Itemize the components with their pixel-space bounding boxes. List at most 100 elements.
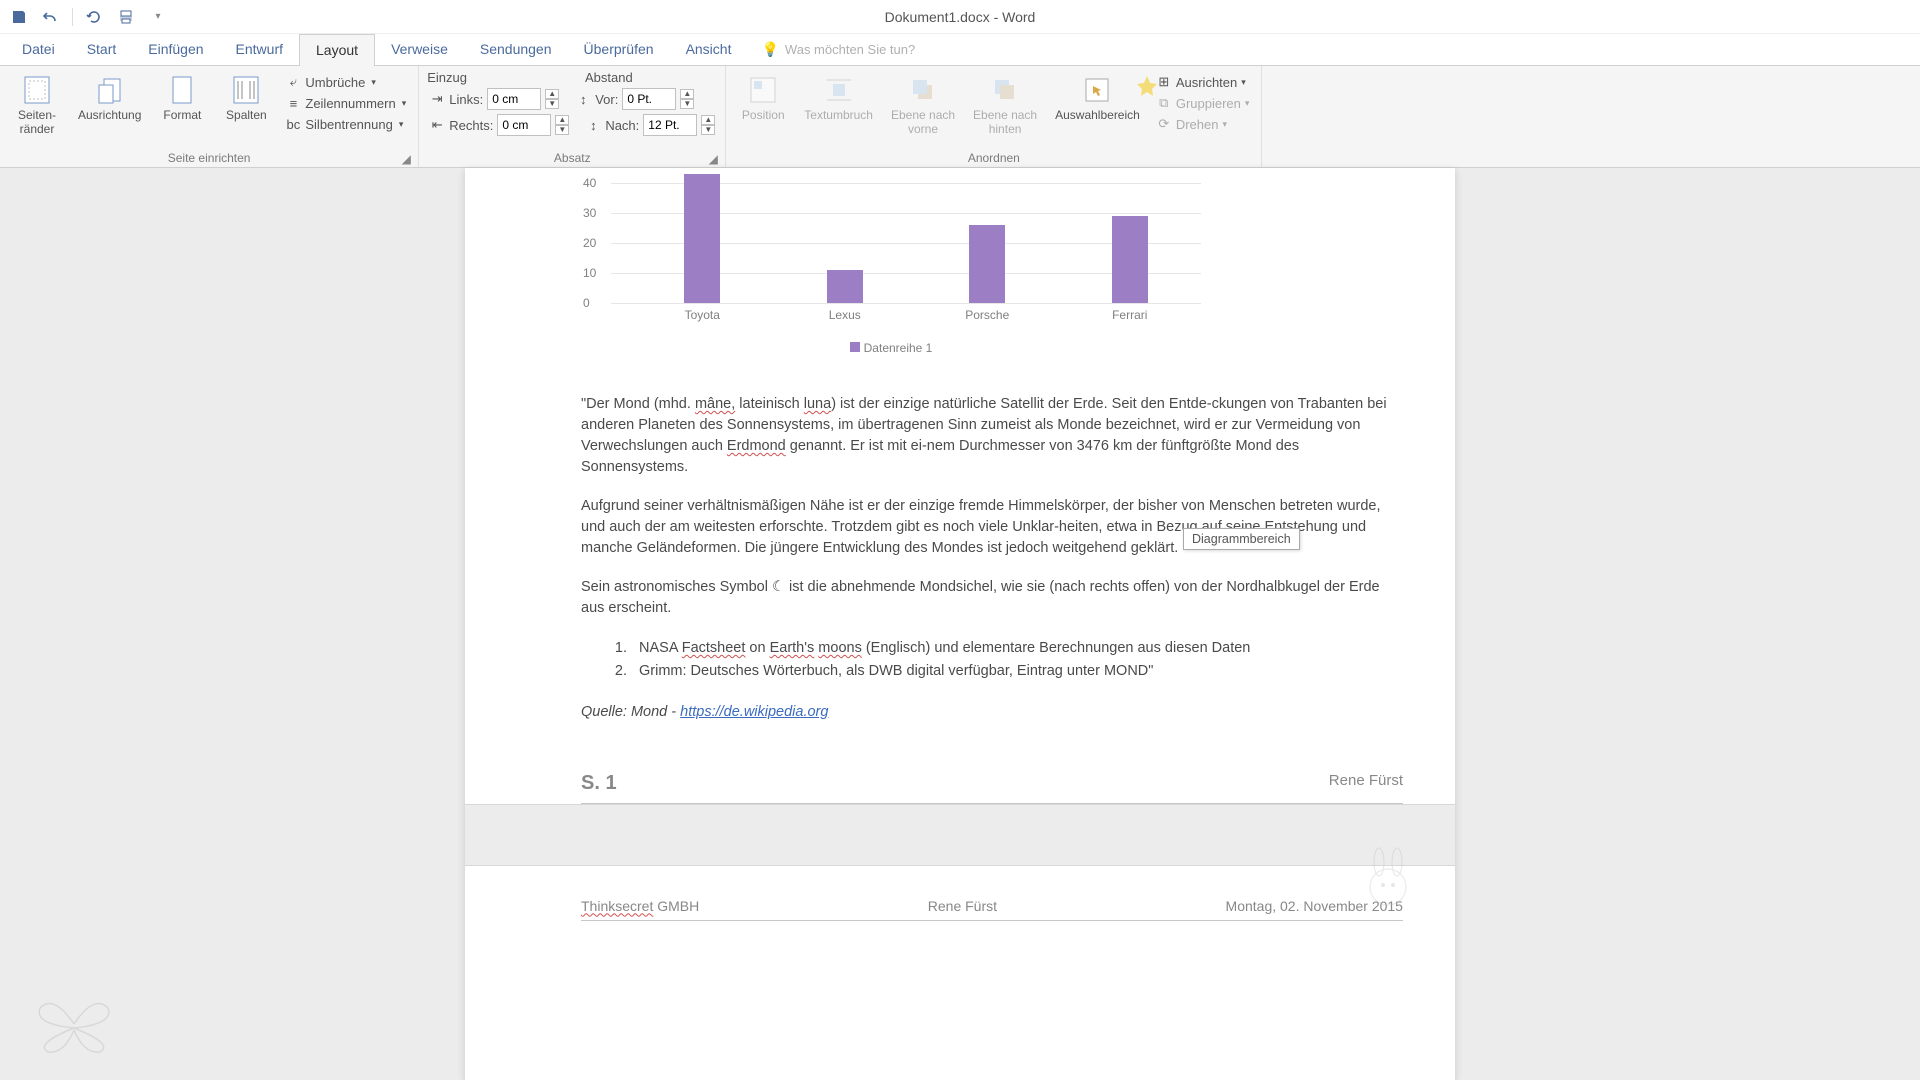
up-arrow[interactable]: ▲ [701, 115, 715, 125]
chart-bar[interactable] [827, 270, 863, 303]
size-icon [166, 74, 198, 106]
ribbon: Seiten- ränder Ausrichtung Format Spalte… [0, 66, 1920, 168]
group-icon: ⧉ [1156, 95, 1172, 111]
size-button[interactable]: Format [153, 70, 211, 149]
forward-icon [907, 74, 939, 106]
group-page-setup: Seiten- ränder Ausrichtung Format Spalte… [0, 66, 419, 167]
chart-bar[interactable] [684, 174, 720, 303]
up-arrow[interactable]: ▲ [555, 115, 569, 125]
paragraph-1[interactable]: "Der Mond (mhd. mâne, lateinisch luna) i… [581, 394, 1403, 478]
spacing-after-spinner[interactable]: ↕Nach:▲▼ [583, 113, 717, 137]
up-arrow[interactable]: ▲ [545, 89, 559, 99]
save-icon[interactable] [8, 6, 30, 28]
indent-left-spinner[interactable]: ⇥Links:▲▼ [427, 87, 561, 111]
tab-layout[interactable]: Layout [299, 34, 375, 66]
dialog-launcher-icon[interactable]: ◢ [400, 152, 412, 164]
position-icon [747, 74, 779, 106]
spacing-after-input[interactable] [643, 114, 697, 136]
repeat-icon[interactable] [83, 6, 105, 28]
selection-icon [1081, 74, 1113, 106]
quickprint-icon[interactable] [115, 6, 137, 28]
indent-right-input[interactable] [497, 114, 551, 136]
list-item: Grimm: Deutsches Wörterbuch, als DWB dig… [631, 660, 1403, 683]
footer-author: Rene Fürst [1329, 772, 1403, 795]
tell-me-search[interactable]: 💡 Was möchten Sie tun? [747, 34, 915, 65]
butterfly-watermark [34, 994, 114, 1056]
chart-ytick: 10 [583, 266, 596, 280]
down-arrow[interactable]: ▼ [680, 99, 694, 109]
source-link[interactable]: https://de.wikipedia.org [680, 704, 828, 720]
window-title: Dokument1.docx - Word [885, 9, 1036, 25]
down-arrow[interactable]: ▼ [545, 99, 559, 109]
down-arrow[interactable]: ▼ [701, 125, 715, 135]
numbered-list[interactable]: NASA Factsheet on Earth's moons (Englisc… [631, 637, 1403, 683]
group-button: ⧉Gruppieren▾ [1152, 94, 1254, 112]
orientation-button[interactable]: Ausrichtung [72, 70, 147, 149]
position-button: Position [734, 70, 792, 149]
chart-ytick: 20 [583, 236, 596, 250]
spellcheck-moons[interactable]: moons [818, 640, 862, 656]
align-icon: ⊞ [1156, 74, 1172, 90]
columns-button[interactable]: Spalten [217, 70, 275, 149]
spellcheck-luna[interactable]: luna [804, 396, 831, 412]
tab-start[interactable]: Start [71, 34, 133, 66]
paragraph-3[interactable]: Sein astronomisches Symbol ☾ ist die abn… [581, 577, 1403, 619]
tab-einfuegen[interactable]: Einfügen [132, 34, 219, 66]
indent-right-spinner[interactable]: ⇤Rechts:▲▼ [427, 113, 571, 137]
tab-verweise[interactable]: Verweise [375, 34, 464, 66]
tell-me-placeholder: Was möchten Sie tun? [785, 42, 915, 57]
chart-xlabel: Toyota [685, 308, 720, 322]
tab-ansicht[interactable]: Ansicht [670, 34, 748, 66]
chart-ytick: 30 [583, 206, 596, 220]
spacing-after-icon: ↕ [585, 117, 601, 133]
down-arrow[interactable]: ▼ [555, 125, 569, 135]
page-gap [465, 804, 1455, 866]
qat-customize-icon[interactable]: ▾ [147, 6, 169, 28]
line-numbers-button[interactable]: ≡Zeilennummern▾ [281, 94, 410, 112]
breaks-button[interactable]: ⤶Umbrüche▾ [281, 73, 410, 91]
spacing-before-spinner[interactable]: ↕Vor:▲▼ [573, 87, 696, 111]
indent-right-icon: ⇤ [429, 117, 445, 133]
cursor-indicator [1136, 76, 1156, 96]
undo-icon[interactable] [40, 6, 62, 28]
dialog-launcher-icon[interactable]: ◢ [707, 152, 719, 164]
chart-ytick: 40 [583, 176, 596, 190]
margins-button[interactable]: Seiten- ränder [8, 70, 66, 149]
page-footer: S. 1 Rene Fürst [581, 772, 1403, 804]
hyphenation-button[interactable]: bcSilbentrennung▾ [281, 115, 410, 133]
spellcheck-mane[interactable]: mâne, [695, 396, 735, 412]
spacing-before-input[interactable] [622, 88, 676, 110]
chart-xlabel: Lexus [829, 308, 861, 322]
document-page[interactable]: 010203040ToyotaLexusPorscheFerrari Daten… [465, 168, 1455, 1080]
indent-left-icon: ⇥ [429, 91, 445, 107]
source-line[interactable]: Quelle: Mond - https://de.wikipedia.org [581, 704, 1403, 720]
spellcheck-factsheet[interactable]: Factsheet [682, 640, 746, 656]
chart-bar[interactable] [969, 225, 1005, 303]
chart-bar[interactable] [1112, 216, 1148, 303]
tab-ueberpruefen[interactable]: Überprüfen [568, 34, 670, 66]
line-numbers-icon: ≡ [285, 95, 301, 111]
wrap-text-button: Textumbruch [798, 70, 879, 149]
up-arrow[interactable]: ▲ [680, 89, 694, 99]
tab-entwurf[interactable]: Entwurf [220, 34, 299, 66]
spellcheck-company[interactable]: Thinksecret [581, 898, 653, 914]
chart-tooltip: Diagrammbereich [1183, 528, 1300, 550]
ribbon-tabs: Datei Start Einfügen Entwurf Layout Verw… [0, 34, 1920, 66]
orientation-icon [94, 74, 126, 106]
tab-datei[interactable]: Datei [6, 34, 71, 66]
indent-left-input[interactable] [487, 88, 541, 110]
group-paragraph: Einzug Abstand ⇥Links:▲▼ ↕Vor:▲▼ ⇤Rechts… [419, 66, 726, 167]
spellcheck-erdmond[interactable]: Erdmond [727, 438, 786, 454]
spacing-before-icon: ↕ [575, 91, 591, 107]
columns-icon [230, 74, 262, 106]
chart-ytick: 0 [583, 296, 590, 310]
bunny-watermark [1353, 842, 1423, 912]
embedded-chart[interactable]: 010203040ToyotaLexusPorscheFerrari Daten… [581, 168, 1403, 368]
group-arrange: Position Textumbruch Ebene nach vorne Eb… [726, 66, 1262, 167]
group-label-page-setup: Seite einrichten◢ [0, 151, 418, 165]
align-button[interactable]: ⊞Ausrichten▾ [1152, 73, 1254, 91]
tab-sendungen[interactable]: Sendungen [464, 34, 568, 66]
spellcheck-earths[interactable]: Earth's [770, 640, 815, 656]
document-workspace[interactable]: 010203040ToyotaLexusPorscheFerrari Daten… [0, 168, 1920, 1080]
selection-pane-button[interactable]: Auswahlbereich [1049, 70, 1146, 149]
